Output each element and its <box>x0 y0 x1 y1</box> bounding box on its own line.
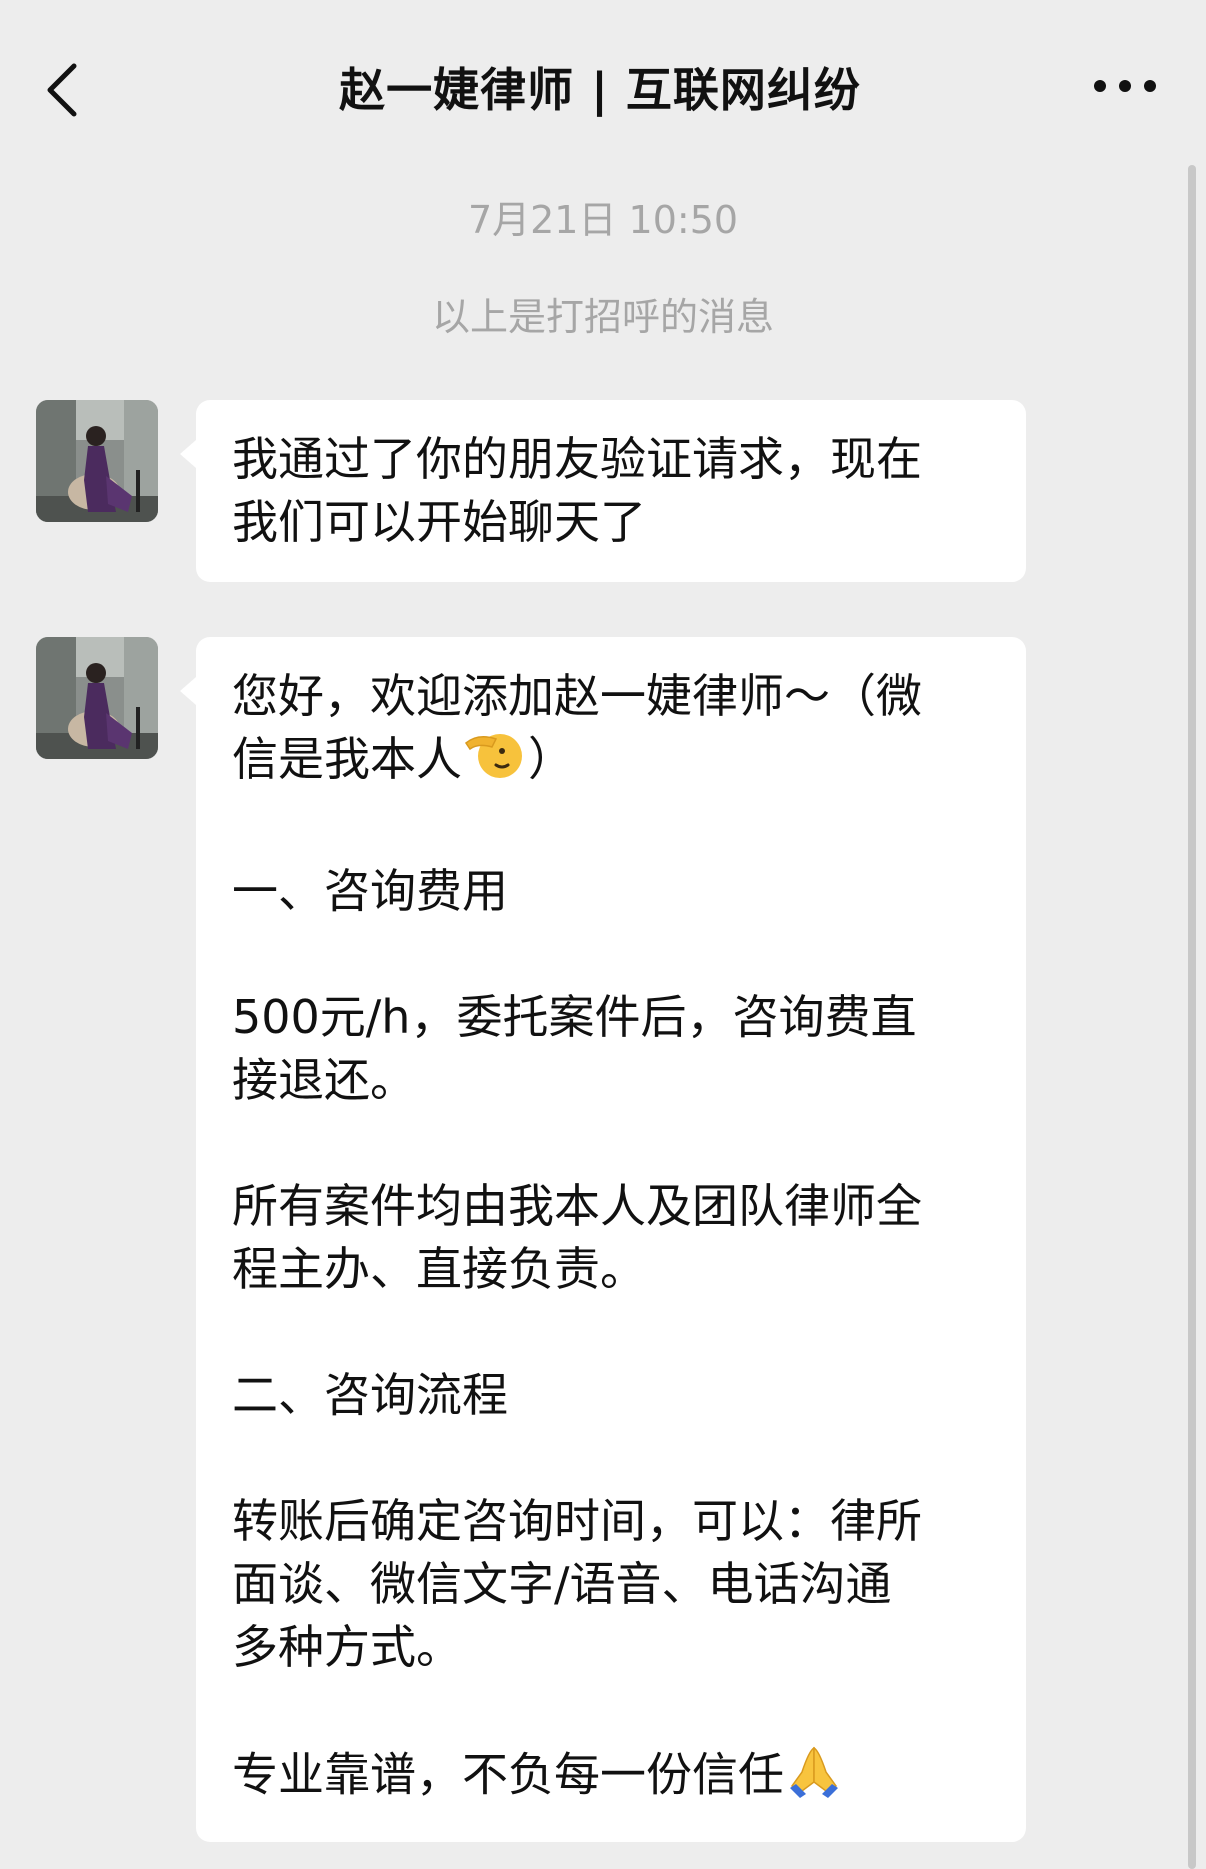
section-heading: 一、咨询费用 <box>232 863 508 918</box>
message-line: 多种方式。 <box>232 1619 462 1674</box>
message-text: 信是我本人 <box>232 732 462 786</box>
message-line: 程主办、直接负责。 <box>232 1241 646 1296</box>
back-button[interactable] <box>40 50 100 130</box>
page-title: 赵一婕律师 | 互联网纠纷 <box>339 63 861 117</box>
message-line: 转账后确定咨询时间，可以：律所 <box>232 1493 922 1548</box>
folded-hands-icon <box>784 1742 844 1814</box>
message-bubble-1[interactable]: 我通过了你的朋友验证请求，现在 我们可以开始聊天了 <box>180 400 1026 582</box>
message-line: 专业靠谱，不负每一份信任 <box>232 1742 990 1814</box>
contact-avatar[interactable] <box>36 400 158 522</box>
message-text: 专业靠谱，不负每一份信任 <box>232 1747 784 1801</box>
saluting-face-icon <box>462 729 528 797</box>
chevron-left-icon <box>47 63 77 117</box>
system-note: 以上是打招呼的消息 <box>431 295 774 339</box>
message-text: ） <box>528 732 574 786</box>
message-line: 面谈、微信文字/语音、电话沟通 <box>232 1556 892 1611</box>
message-line: 我通过了你的朋友验证请求，现在 <box>232 432 922 486</box>
nav-bar: 赵一婕律师 | 互联网纠纷 <box>0 0 1206 170</box>
more-button[interactable] <box>1090 66 1160 106</box>
more-dots-icon <box>1094 80 1156 92</box>
scrollbar[interactable] <box>1188 165 1196 1869</box>
message-line: 您好，欢迎添加赵一婕律师～（微 <box>232 669 922 723</box>
message-line: 500元/h，委托案件后，咨询费直 <box>232 989 917 1044</box>
message-bubble-2[interactable]: 您好，欢迎添加赵一婕律师～（微 信是我本人 ） 一、咨询费用 500元/h，委托… <box>180 637 1026 1842</box>
message-timestamp: 7月21日 10:50 <box>467 198 739 242</box>
message-line: 信是我本人 ） <box>232 728 990 797</box>
message-line: 我们可以开始聊天了 <box>232 495 646 549</box>
message-line: 接退还。 <box>232 1052 416 1107</box>
section-heading: 二、咨询流程 <box>232 1367 508 1422</box>
message-line: 所有案件均由我本人及团队律师全 <box>232 1178 922 1233</box>
contact-avatar[interactable] <box>36 637 158 759</box>
